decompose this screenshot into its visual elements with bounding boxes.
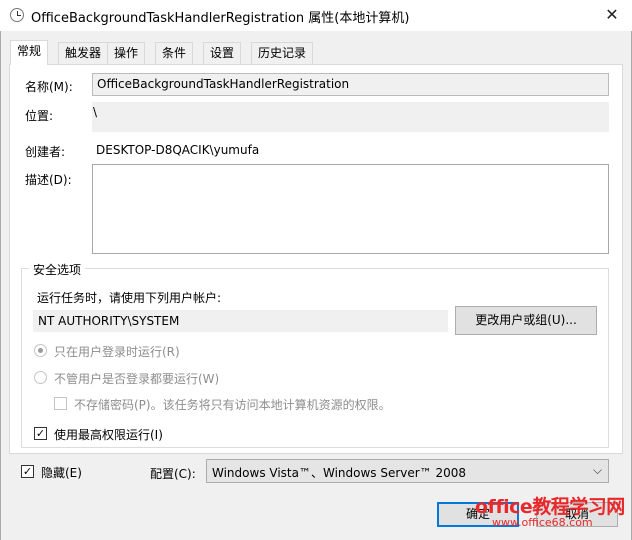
user-account-value: NT AUTHORITY\SYSTEM bbox=[38, 314, 180, 328]
hidden-label: 隐藏(E) bbox=[41, 466, 82, 480]
tab-history[interactable]: 历史记录 bbox=[251, 42, 314, 64]
configure-label: 配置(C): bbox=[150, 467, 196, 481]
description-textarea[interactable] bbox=[92, 164, 609, 254]
description-label: 描述(D): bbox=[25, 173, 72, 187]
site-watermark: office教程学习网 bbox=[475, 496, 625, 518]
do-not-store-password-label: 不存储密码(P)。该任务将只有访问本地计算机资源的权限。 bbox=[74, 398, 391, 412]
radio-run-whether-logged-on-label: 不管用户是否登录都要运行(W) bbox=[54, 372, 220, 386]
close-button[interactable]: ✕ bbox=[598, 4, 626, 26]
chevron-down-icon: ⌵ bbox=[593, 463, 603, 477]
window-title: OfficeBackgroundTaskHandlerRegistration … bbox=[31, 11, 410, 26]
tab-triggers[interactable]: 触发器 bbox=[58, 42, 109, 64]
user-account-field: NT AUTHORITY\SYSTEM bbox=[33, 310, 448, 332]
configure-value: Windows Vista™、Windows Server™ 2008 bbox=[212, 466, 467, 480]
checkmark-icon: ✓ bbox=[22, 465, 33, 478]
security-options-title: 安全选项 bbox=[29, 261, 86, 278]
location-label: 位置: bbox=[25, 109, 54, 123]
tab-settings[interactable]: 设置 bbox=[203, 42, 242, 64]
radio-run-only-logged-on-label: 只在用户登录时运行(R) bbox=[54, 345, 180, 359]
title-bar: OfficeBackgroundTaskHandlerRegistration … bbox=[0, 0, 632, 31]
location-field: \ bbox=[92, 102, 609, 132]
configure-dropdown[interactable]: Windows Vista™、Windows Server™ 2008 ⌵ bbox=[206, 459, 609, 483]
window-frame-left bbox=[0, 31, 1, 540]
tab-conditions[interactable]: 条件 bbox=[155, 42, 194, 64]
task-clock-icon bbox=[10, 8, 24, 22]
change-user-button[interactable]: 更改用户或组(U)... bbox=[455, 306, 597, 335]
name-value: OfficeBackgroundTaskHandlerRegistration bbox=[97, 77, 350, 91]
do-not-store-password-checkbox[interactable] bbox=[54, 397, 67, 410]
radio-run-whether-logged-on[interactable] bbox=[34, 371, 47, 384]
author-label: 创建者: bbox=[25, 145, 66, 159]
site-watermark-url: www.office68.com bbox=[492, 516, 593, 529]
author-value: DESKTOP-D8QACIK\yumufa bbox=[96, 143, 260, 157]
tab-actions[interactable]: 操作 bbox=[107, 42, 146, 64]
name-label: 名称(M): bbox=[25, 80, 73, 94]
location-value: \ bbox=[93, 105, 98, 119]
checkmark-icon: ✓ bbox=[35, 427, 46, 440]
highest-privileges-label: 使用最高权限运行(I) bbox=[54, 428, 163, 442]
highest-privileges-checkbox[interactable]: ✓ bbox=[34, 427, 47, 440]
radio-run-only-logged-on[interactable] bbox=[34, 344, 47, 357]
name-field[interactable]: OfficeBackgroundTaskHandlerRegistration bbox=[92, 73, 609, 96]
run-as-label: 运行任务时，请使用下列用户帐户: bbox=[37, 291, 222, 305]
hidden-checkbox[interactable]: ✓ bbox=[21, 465, 34, 478]
tab-general[interactable]: 常规 bbox=[10, 40, 49, 65]
